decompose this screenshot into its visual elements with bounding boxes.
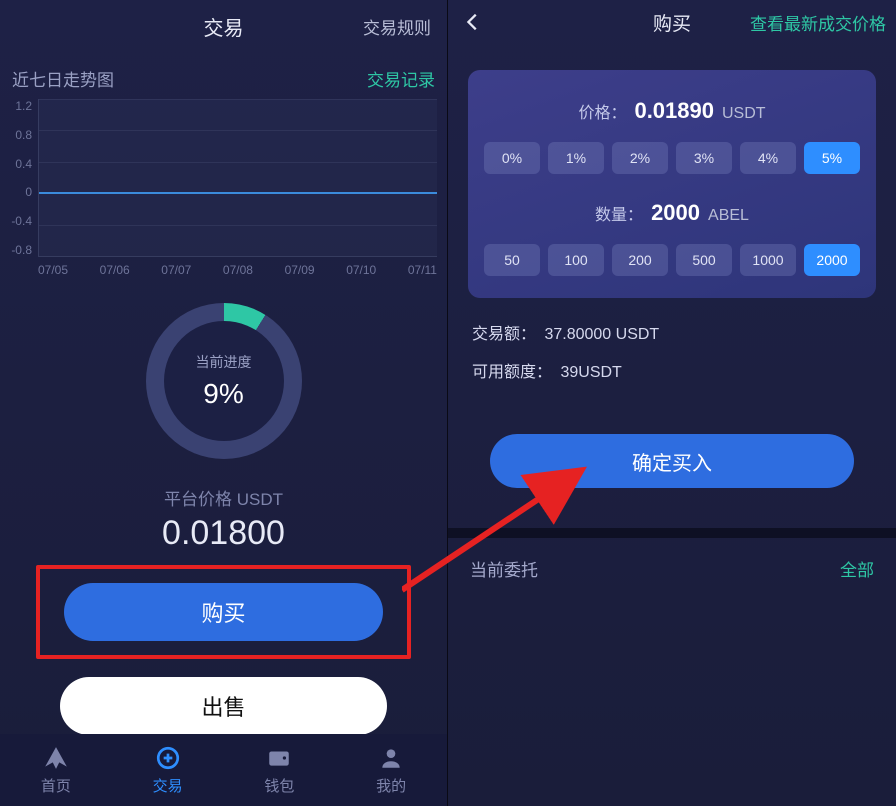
user-icon: [378, 745, 404, 771]
quantity-chip[interactable]: 200: [612, 244, 668, 276]
available-value: 39USDT: [560, 364, 621, 381]
tab-label: 我的: [376, 775, 406, 796]
sell-button[interactable]: 出售: [60, 677, 387, 735]
buy-button[interactable]: 购买: [64, 583, 383, 641]
platform-price-label: 平台价格 USDT: [164, 485, 283, 510]
percent-chip[interactable]: 3%: [676, 142, 732, 174]
available-label: 可用额度：: [472, 364, 552, 381]
confirm-buy-button[interactable]: 确定买入: [490, 434, 854, 488]
percent-chip[interactable]: 0%: [484, 142, 540, 174]
header-left: 交易 交易规则: [0, 0, 447, 52]
amount-value: 37.80000 USDT: [544, 326, 659, 343]
bottom-tabbar: 首页 交易 钱包 我的: [0, 734, 447, 806]
header-right: 购买 查看最新成交价格: [448, 0, 896, 44]
quantity-chip[interactable]: 100: [548, 244, 604, 276]
tab-me[interactable]: 我的: [335, 734, 447, 806]
annotation-highlight: 购买: [36, 565, 411, 659]
quantity-chip[interactable]: 2000: [804, 244, 860, 276]
percent-chip[interactable]: 2%: [612, 142, 668, 174]
ytick: 1.2: [8, 99, 32, 113]
home-icon: [43, 745, 69, 771]
ytick: -0.4: [8, 214, 32, 228]
back-icon[interactable]: [462, 11, 484, 33]
percent-chip[interactable]: 5%: [804, 142, 860, 174]
price-label: 价格：: [578, 99, 626, 123]
xtick: 07/10: [346, 263, 376, 277]
tab-home[interactable]: 首页: [0, 734, 112, 806]
tab-trade[interactable]: 交易: [112, 734, 224, 806]
ytick: 0: [8, 185, 32, 199]
latest-price-link[interactable]: 查看最新成交价格: [750, 10, 886, 35]
section-divider: [448, 528, 896, 538]
ytick: -0.8: [8, 243, 32, 257]
wallet-icon: [266, 745, 292, 771]
trade-icon: [155, 745, 181, 771]
current-orders-label: 当前委托: [470, 556, 538, 581]
order-card: 价格： 0.01890 USDT 0%1%2%3%4%5% 数量： 2000 A…: [468, 70, 876, 298]
tab-label: 钱包: [264, 775, 294, 796]
rules-link[interactable]: 交易规则: [363, 14, 431, 39]
page-title-left: 交易: [204, 12, 244, 41]
percent-chip[interactable]: 1%: [548, 142, 604, 174]
ytick: 0.8: [8, 128, 32, 142]
qty-value: 2000: [651, 200, 700, 226]
xtick: 07/08: [223, 263, 253, 277]
amount-label: 交易额：: [472, 326, 536, 343]
ytick: 0.4: [8, 157, 32, 171]
tab-wallet[interactable]: 钱包: [224, 734, 336, 806]
price-unit: USDT: [722, 105, 766, 123]
all-orders-link[interactable]: 全部: [840, 556, 874, 581]
qty-unit: ABEL: [708, 207, 749, 225]
quantity-chip[interactable]: 50: [484, 244, 540, 276]
xtick: 07/06: [100, 263, 130, 277]
quantity-chip[interactable]: 1000: [740, 244, 796, 276]
xtick: 07/05: [38, 263, 68, 277]
tab-label: 首页: [41, 775, 71, 796]
progress-label: 当前进度: [196, 352, 252, 372]
trade-history-link[interactable]: 交易记录: [367, 66, 435, 91]
xtick: 07/11: [408, 263, 437, 277]
qty-label: 数量：: [595, 201, 643, 225]
trend-chart: 1.2 0.8 0.4 0 -0.4 -0.8 07/05 07/06 07/0…: [0, 99, 447, 285]
xtick: 07/07: [161, 263, 191, 277]
page-title-right: 购买: [653, 9, 691, 36]
quantity-chip[interactable]: 500: [676, 244, 732, 276]
xtick: 07/09: [285, 263, 315, 277]
percent-chip[interactable]: 4%: [740, 142, 796, 174]
tab-label: 交易: [153, 775, 183, 796]
progress-donut: 当前进度 9%: [146, 303, 302, 459]
platform-price-value: 0.01800: [162, 514, 285, 553]
trend-title: 近七日走势图: [12, 66, 114, 91]
price-value: 0.01890: [634, 98, 714, 124]
progress-value: 9%: [203, 378, 243, 410]
